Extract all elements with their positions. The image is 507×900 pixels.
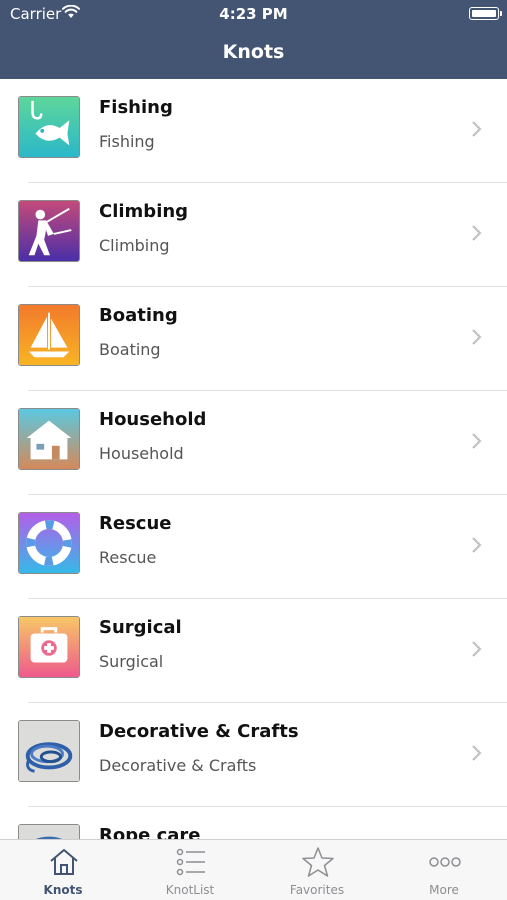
row-subtitle: Household (99, 444, 184, 463)
tab-label: Knots (43, 883, 83, 897)
list-item-climbing[interactable]: Climbing Climbing (0, 183, 507, 287)
row-title: Household (99, 409, 207, 430)
fishing-icon (18, 96, 80, 158)
chevron-right-icon (472, 433, 482, 449)
row-subtitle: Rescue (99, 548, 157, 567)
page-title: Knots (222, 41, 285, 63)
list-item-surgical[interactable]: Surgical Surgical (0, 599, 507, 703)
tab-label: KnotList (165, 883, 215, 897)
row-title: Rope care (99, 825, 201, 839)
tab-more[interactable]: More (381, 840, 507, 900)
battery-icon (469, 7, 502, 20)
list-item-rope-care[interactable]: Rope care (0, 807, 507, 839)
chevron-right-icon (472, 745, 482, 761)
house-icon (50, 849, 78, 875)
decorative-rope-icon (18, 720, 80, 782)
row-title: Fishing (99, 97, 173, 118)
status-time: 4:23 PM (219, 5, 288, 23)
list-item-decorative-crafts[interactable]: Decorative & Crafts Decorative & Crafts (0, 703, 507, 807)
list-item-boating[interactable]: Boating Boating (0, 287, 507, 391)
chevron-right-icon (472, 329, 482, 345)
rope-care-icon (18, 824, 80, 839)
surgical-icon (18, 616, 80, 678)
more-dots-icon (429, 857, 461, 867)
boating-icon (18, 304, 80, 366)
tab-knots[interactable]: Knots (0, 840, 126, 900)
status-bar: Carrier 4:23 PM (0, 0, 507, 28)
chevron-right-icon (472, 121, 482, 137)
chevron-right-icon (472, 641, 482, 657)
chevron-right-icon (472, 537, 482, 553)
tab-bar: Knots KnotList Favorites More (0, 839, 507, 900)
row-subtitle: Decorative & Crafts (99, 756, 257, 775)
row-subtitle: Fishing (99, 132, 155, 151)
list-item-rescue[interactable]: Rescue Rescue (0, 495, 507, 599)
tab-knotlist[interactable]: KnotList (127, 840, 253, 900)
row-title: Boating (99, 305, 178, 326)
row-subtitle: Boating (99, 340, 161, 359)
row-title: Decorative & Crafts (99, 721, 299, 742)
star-icon (302, 847, 334, 877)
tab-favorites[interactable]: Favorites (254, 840, 380, 900)
row-title: Climbing (99, 201, 189, 222)
list-item-fishing[interactable]: Fishing Fishing (0, 79, 507, 183)
household-icon (18, 408, 80, 470)
row-title: Rescue (99, 513, 172, 534)
row-title: Surgical (99, 617, 182, 638)
list-item-household[interactable]: Household Household (0, 391, 507, 495)
climbing-icon (18, 200, 80, 262)
list-icon (176, 848, 205, 876)
row-subtitle: Surgical (99, 652, 164, 671)
tab-label: More (429, 883, 459, 897)
category-list[interactable]: Fishing Fishing Climbing Climbing Boatin… (0, 79, 507, 839)
chevron-right-icon (472, 225, 482, 241)
navigation-header: Carrier 4:23 PM Knots (0, 0, 507, 79)
row-subtitle: Climbing (99, 236, 170, 255)
rescue-icon (18, 512, 80, 574)
tab-label: Favorites (289, 883, 345, 897)
